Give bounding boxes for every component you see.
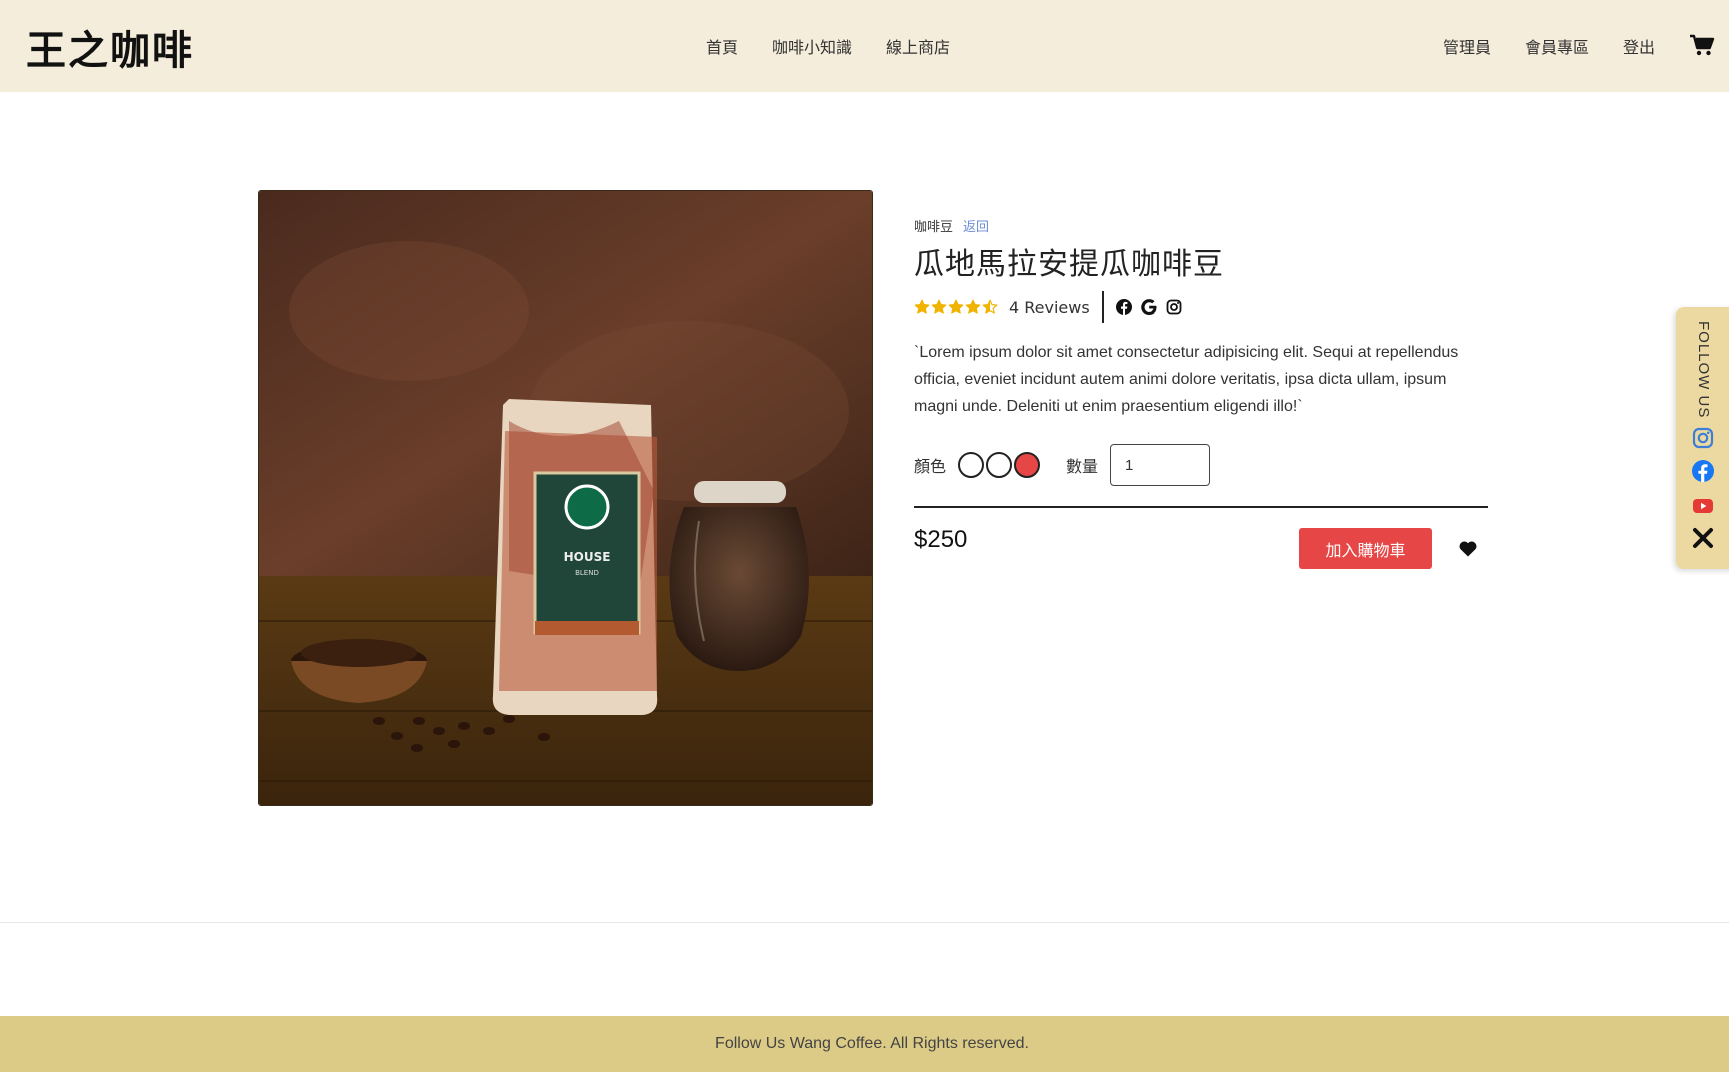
cart-icon[interactable]: [1689, 34, 1715, 56]
review-count[interactable]: 4 Reviews: [1009, 298, 1090, 317]
product-description: `Lorem ipsum dolor sit amet consectetur …: [914, 344, 1459, 415]
rating-row: 4 Reviews: [914, 291, 1488, 323]
star-icon: [965, 299, 981, 314]
instagram-icon[interactable]: [1166, 299, 1182, 315]
facebook-icon[interactable]: [1115, 299, 1132, 315]
star-rating: [914, 299, 998, 315]
color-swatch-1[interactable]: [958, 452, 985, 478]
product-title: 瓜地馬拉安提瓜咖啡豆: [914, 247, 1224, 282]
quantity-label: 數量: [1066, 457, 1099, 476]
follow-us-tab: FOLLOW US: [1676, 307, 1729, 569]
share-icons: [1115, 299, 1182, 315]
nav-admin[interactable]: 管理員: [1443, 34, 1491, 58]
instagram-icon[interactable]: [1692, 427, 1714, 449]
nav-online-shop[interactable]: 線上商店: [886, 34, 950, 58]
separator: [1101, 291, 1104, 323]
star-icon: [931, 299, 947, 314]
youtube-icon[interactable]: [1692, 495, 1714, 517]
back-link[interactable]: 返回: [963, 216, 989, 235]
follow-us-label: FOLLOW US: [1695, 321, 1712, 419]
nav-member-area[interactable]: 會員專區: [1525, 34, 1589, 58]
product-details: 咖啡豆 返回 瓜地馬拉安提瓜咖啡豆 4 Reviews `Lorem ipsum…: [914, 216, 1488, 578]
star-icon: [914, 299, 930, 314]
facebook-icon[interactable]: [1692, 460, 1714, 482]
heart-icon[interactable]: [1459, 540, 1477, 557]
footer: Follow Us Wang Coffee. All Rights reserv…: [0, 1016, 1729, 1072]
color-swatches: [958, 452, 1041, 478]
nav-coffee-knowledge[interactable]: 咖啡小知識: [772, 34, 852, 58]
product-photo: HOUSE BLEND: [259, 191, 872, 805]
purchase-row: $250 加入購物車: [914, 508, 1488, 578]
quantity-input[interactable]: [1110, 444, 1211, 486]
product-price: $250: [914, 526, 968, 553]
nav-home[interactable]: 首頁: [706, 34, 738, 58]
category-label: 咖啡豆: [914, 220, 954, 235]
color-swatch-2[interactable]: [986, 452, 1013, 478]
color-swatch-3[interactable]: [1014, 452, 1041, 478]
nav-logout[interactable]: 登出: [1623, 34, 1655, 58]
main-nav: 首頁 咖啡小知識 線上商店: [706, 34, 950, 58]
svg-text:HOUSE: HOUSE: [564, 550, 611, 564]
brand-logo[interactable]: 王之咖啡: [26, 18, 194, 76]
add-to-cart-button[interactable]: 加入購物車: [1299, 528, 1432, 569]
star-icon: [982, 299, 998, 314]
product-image: HOUSE BLEND: [258, 190, 873, 806]
breadcrumb: 咖啡豆 返回: [914, 216, 1488, 235]
footer-text: Follow Us Wang Coffee. All Rights reserv…: [715, 1035, 1029, 1052]
svg-text:BLEND: BLEND: [575, 569, 599, 577]
star-icon: [948, 299, 964, 314]
user-nav: 管理員 會員專區 登出: [1443, 34, 1729, 58]
section-divider: [0, 922, 1729, 923]
close-icon[interactable]: [1692, 527, 1714, 549]
google-icon[interactable]: [1140, 299, 1157, 315]
navbar: 王之咖啡 首頁 咖啡小知識 線上商店 管理員 會員專區 登出: [0, 0, 1729, 92]
color-label: 顏色: [914, 457, 947, 476]
product-options: 顏色 數量: [914, 444, 1488, 486]
